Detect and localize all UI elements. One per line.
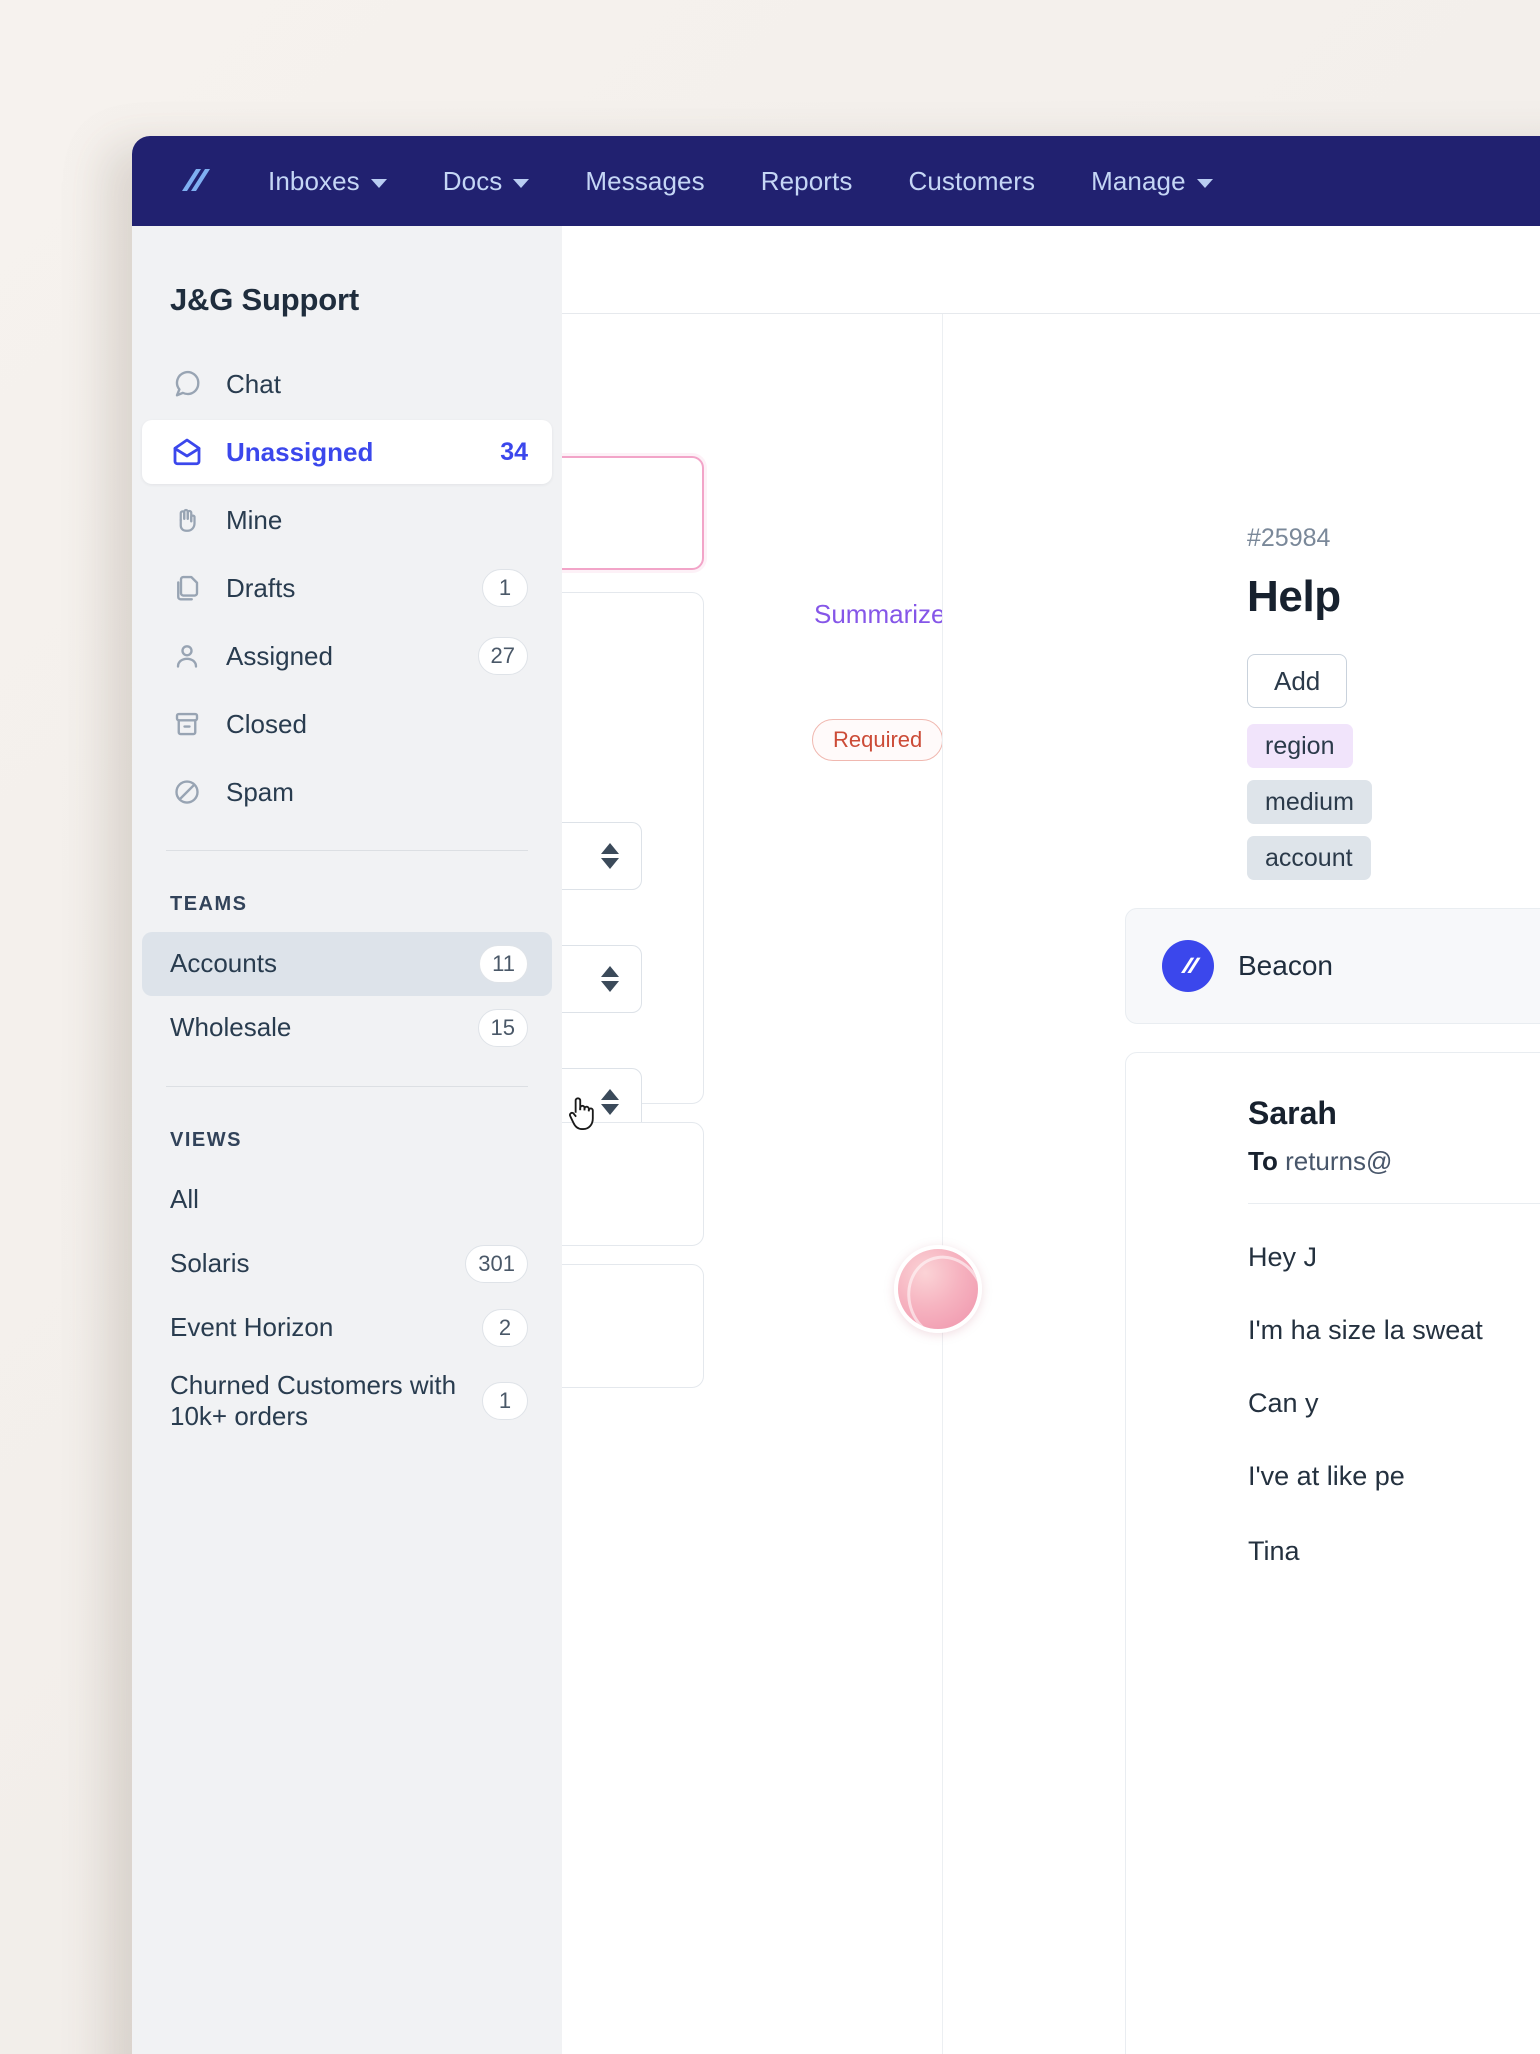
tag-chip[interactable]: region <box>1247 724 1353 768</box>
nav-customers-label: Customers <box>908 165 1036 196</box>
helpscout-beacon-icon <box>1162 940 1214 992</box>
person-icon <box>170 639 204 673</box>
sidebar-item-churned-customers[interactable]: Churned Customers with 10k+ orders 1 <box>142 1360 552 1442</box>
screenshot-canvas: Inboxes Docs Messages Reports Customers … <box>0 0 1540 2054</box>
hand-icon <box>170 503 204 537</box>
sidebar-item-count: 34 <box>500 437 528 466</box>
sidebar-item-label: All <box>170 1184 199 1215</box>
beacon-source-card: Beacon <box>1125 908 1540 1024</box>
to-label: To <box>1248 1146 1278 1176</box>
sidebar-item-label: Mine <box>226 504 283 535</box>
message-greeting: Hey J <box>1248 1242 1318 1272</box>
stepper-arrows-icon[interactable] <box>601 843 619 869</box>
sidebar-item-count: 301 <box>465 1245 528 1283</box>
archive-box-icon <box>170 707 204 741</box>
nav-reports-label: Reports <box>760 165 853 196</box>
helpscout-logo-icon[interactable] <box>170 159 214 203</box>
sidebar-item-label: Chat <box>226 368 281 399</box>
teams-list: Accounts 11 Wholesale 15 <box>132 932 562 1060</box>
sidebar-item-all[interactable]: All <box>142 1168 552 1232</box>
sidebar-item-unassigned[interactable]: Unassigned 34 <box>142 420 552 484</box>
sidebar-item-assigned[interactable]: Assigned 27 <box>142 624 552 688</box>
add-tag-button[interactable]: Add <box>1247 654 1348 708</box>
nav-inboxes[interactable]: Inboxes <box>240 156 415 207</box>
sidebar-item-wholesale[interactable]: Wholesale 15 <box>142 996 552 1060</box>
beacon-label: Beacon <box>1238 950 1333 981</box>
sidebar-item-spam[interactable]: Spam <box>142 760 552 824</box>
sidebar-item-label: Spam <box>226 776 294 807</box>
sidebar-item-count: 11 <box>479 945 528 983</box>
message-card: Sarah To returns@ Hey J I'm ha size la s… <box>894 1052 1540 2054</box>
message-paragraph-2: Can y <box>1248 1387 1319 1418</box>
no-entry-icon <box>170 775 204 809</box>
views-heading: VIEWS <box>170 1129 242 1151</box>
sidebar-item-label: Solaris <box>170 1248 250 1279</box>
sidebar-item-label: Accounts <box>170 948 277 979</box>
nav-manage[interactable]: Manage <box>1063 156 1241 207</box>
teams-heading: TEAMS <box>170 893 248 915</box>
open-envelope-icon <box>170 435 204 469</box>
nav-manage-label: Manage <box>1091 165 1186 196</box>
nav-docs[interactable]: Docs <box>415 156 558 207</box>
sidebar-item-label: Closed <box>226 708 307 739</box>
avatar <box>894 1245 982 1333</box>
sidebar-item-count: 1 <box>482 569 528 607</box>
copy-pages-icon <box>170 571 204 605</box>
required-badge: Required <box>812 719 944 761</box>
folder-list: Chat Unassigned 34 Mine Drafts 1 Assigne… <box>132 352 562 824</box>
message-recipient: To returns@ <box>1248 1146 1540 1177</box>
message-paragraph-1: I'm ha size la sweat <box>1248 1314 1483 1345</box>
nav-customers[interactable]: Customers <box>880 156 1063 207</box>
inbox-sidebar: J&G Support Chat Unassigned 34 Mine Draf… <box>132 226 562 2054</box>
chevron-down-icon <box>513 179 530 188</box>
sidebar-item-solaris[interactable]: Solaris 301 <box>142 1232 552 1296</box>
app-window: Inboxes Docs Messages Reports Customers … <box>132 136 1540 2054</box>
to-value: returns@ <box>1285 1146 1393 1176</box>
stepper-arrows-icon[interactable] <box>601 966 619 992</box>
chevron-down-icon <box>1196 179 1213 188</box>
main-content: Summarize Required #25984 Help Add regio… <box>322 226 1540 2054</box>
sidebar-item-label: Unassigned <box>226 436 374 467</box>
divider <box>1248 1203 1540 1204</box>
sidebar-item-label: Event Horizon <box>170 1312 334 1343</box>
summarize-label: Summarize <box>814 599 946 629</box>
sidebar-item-label: Churned Customers with 10k+ orders <box>170 1370 457 1432</box>
message-signature: Tina <box>1248 1535 1300 1566</box>
sidebar-item-accounts[interactable]: Accounts 11 <box>142 932 552 996</box>
sidebar-item-chat[interactable]: Chat <box>142 352 552 416</box>
page-title: Help <box>1247 572 1341 621</box>
ticket-id: #25984 <box>1247 524 1331 552</box>
sidebar-item-count: 15 <box>477 1009 528 1047</box>
chevron-down-icon <box>370 179 387 188</box>
conversation-list-column: Summarize Required <box>322 314 946 2054</box>
sidebar-title: J&G Support <box>170 282 359 317</box>
nav-reports[interactable]: Reports <box>733 156 881 207</box>
views-list: All Solaris 301 Event Horizon 2 Churned … <box>132 1168 562 1442</box>
sidebar-item-label: Assigned <box>226 640 333 671</box>
nav-messages-label: Messages <box>585 165 705 196</box>
nav-inboxes-label: Inboxes <box>268 165 360 196</box>
stepper-arrows-icon[interactable] <box>601 1089 619 1115</box>
sidebar-item-count: 1 <box>482 1382 528 1421</box>
nav-messages[interactable]: Messages <box>557 156 732 207</box>
tag-chip[interactable]: account <box>1247 836 1371 880</box>
sidebar-item-drafts[interactable]: Drafts 1 <box>142 556 552 620</box>
conversation-detail-column: #25984 Help Add region medium account Be… <box>894 314 1540 2054</box>
tag-chip[interactable]: medium <box>1247 780 1372 824</box>
sidebar-item-event-horizon[interactable]: Event Horizon 2 <box>142 1296 552 1360</box>
content-toolbar <box>562 226 1540 314</box>
message-paragraph-3: I've at like pe <box>1248 1460 1405 1491</box>
sidebar-item-closed[interactable]: Closed <box>142 692 552 756</box>
sidebar-item-count: 27 <box>477 637 528 675</box>
message-sender: Sarah <box>1248 1095 1337 1131</box>
chat-bubble-icon <box>170 367 204 401</box>
sidebar-item-count: 2 <box>482 1309 528 1347</box>
sidebar-item-label: Wholesale <box>170 1012 292 1043</box>
sidebar-item-label: Drafts <box>226 572 296 603</box>
sidebar-item-mine[interactable]: Mine <box>142 488 552 552</box>
top-navigation-bar: Inboxes Docs Messages Reports Customers … <box>132 136 1540 226</box>
nav-docs-label: Docs <box>442 165 503 196</box>
